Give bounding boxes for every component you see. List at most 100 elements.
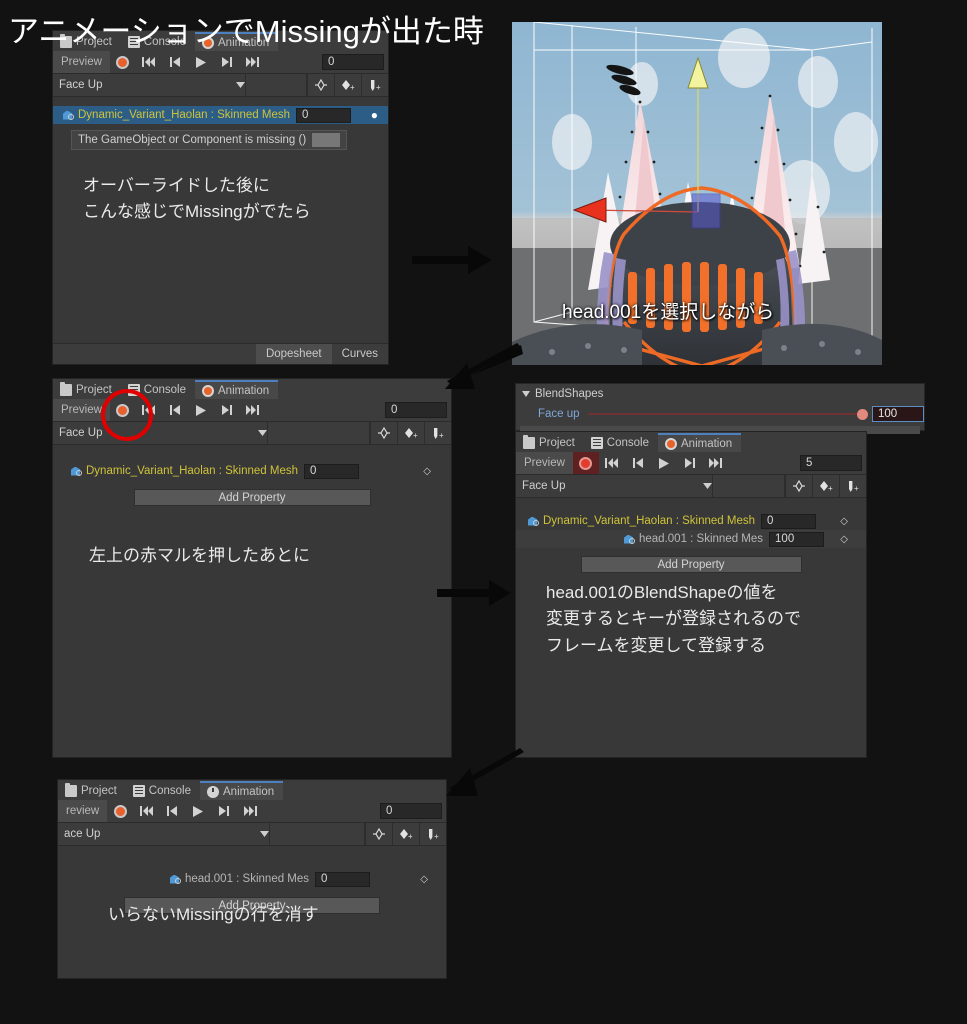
tab-project[interactable]: Project [58,781,126,800]
animation-panel-1[interactable]: Project Console Animation Preview 0 Face… [52,30,389,365]
keyframe-toggle-icon[interactable]: ◇ [423,466,431,477]
add-event-button[interactable]: + [361,74,388,96]
next-keyframe-button[interactable] [677,452,703,474]
next-keyframe-button[interactable] [214,399,240,421]
blendshapes-header[interactable]: BlendShapes [516,384,924,404]
play-button[interactable] [188,51,214,73]
clip-selector[interactable]: Face Up [53,74,245,96]
add-key-marker-button[interactable]: + [392,823,419,845]
frame-field[interactable]: 5 [800,455,862,471]
blendshape-value-field[interactable]: 100 [872,406,924,422]
skip-to-start-button[interactable] [136,51,162,73]
play-button[interactable] [188,399,214,421]
slider-knob[interactable] [857,408,868,420]
tab-console[interactable]: Console [584,433,658,452]
blendshape-slider[interactable] [587,404,868,424]
property-value[interactable]: 0 [315,871,371,887]
next-keyframe-button[interactable] [211,800,237,822]
skinned-mesh-icon [528,516,541,527]
add-event-button[interactable]: + [424,422,451,444]
skip-to-end-button[interactable] [240,399,266,421]
scene-viewport[interactable]: head.001を選択しながら [512,22,882,365]
clip-toolbar-gap [712,475,785,497]
record-button[interactable] [110,51,136,73]
blendshapes-label: BlendShapes [535,388,604,400]
tab-animation[interactable]: Animation [658,433,742,452]
record-button[interactable] [107,800,133,822]
table-row[interactable]: Dynamic_Variant_Haolan : Skinned Mesh 0 … [53,462,451,480]
property-value[interactable]: 0 [304,463,360,479]
tab-curves[interactable]: Curves [332,344,388,364]
add-key-marker-button[interactable]: + [812,475,839,497]
skip-to-start-button[interactable] [133,800,159,822]
table-row[interactable]: head.001 : Skinned Mes 0 ◇ [58,870,446,888]
property-value[interactable]: 100 [769,531,825,547]
add-property-button[interactable]: Add Property [133,489,371,506]
table-row[interactable]: head.001 : Skinned Mes 100 ◇ [516,530,866,548]
play-button[interactable] [651,452,677,474]
skip-to-start-button[interactable] [599,452,625,474]
record-icon [579,456,593,470]
play-button[interactable] [185,800,211,822]
tab-label: Animation [218,384,270,397]
inspector-blendshapes[interactable]: BlendShapes Face up 100 [515,383,925,434]
preview-button[interactable]: review [58,800,108,822]
property-value[interactable]: 0 [296,107,352,123]
record-button[interactable] [572,452,599,474]
skip-to-end-button[interactable] [703,452,729,474]
blendshape-row-face-up[interactable]: Face up 100 [516,404,924,424]
clip-name: ace Up [64,828,101,840]
prev-keyframe-button[interactable] [162,399,188,421]
next-keyframe-button[interactable] [214,51,240,73]
caption-step4: いらないMissingの行を消す [108,905,319,924]
add-key-marker-button[interactable]: + [334,74,361,96]
property-value[interactable]: 0 [761,513,817,529]
tab-dopesheet[interactable]: Dopesheet [255,344,332,364]
keyframe-toggle-icon[interactable]: ◇ [420,874,428,885]
add-property-button[interactable]: Add Property [580,556,802,573]
blendshape-name: Face up [538,408,580,420]
missing-tooltip: The GameObject or Component is missing (… [71,130,348,150]
add-keyframe-button[interactable] [365,823,392,845]
animation-panel-4[interactable]: Project Console Animation review 0 ace U… [57,779,447,979]
prev-keyframe-button[interactable] [625,452,651,474]
svg-text:+: + [413,431,418,439]
keyframe-toggle-icon[interactable]: ◇ [840,516,848,527]
frame-field[interactable]: 0 [380,803,442,819]
prev-keyframe-button[interactable] [159,800,185,822]
table-row[interactable]: Dynamic_Variant_Haolan : Skinned Mesh 0 … [516,512,866,530]
add-key-marker-button[interactable]: + [397,422,424,444]
prev-keyframe-button[interactable] [162,51,188,73]
add-keyframe-button[interactable] [370,422,397,444]
add-keyframe-button[interactable] [307,74,334,96]
clip-selector[interactable]: ace Up [58,823,269,845]
missing-tooltip-text: The GameObject or Component is missing (… [78,134,307,146]
frame-field[interactable]: 0 [385,402,447,418]
tab-animation[interactable]: Animation [195,380,279,399]
add-event-button[interactable]: + [839,475,866,497]
slider-track [587,413,868,415]
tooltip-swatch [312,133,341,147]
preview-button[interactable]: Preview [516,452,573,474]
add-keyframe-button[interactable] [785,475,812,497]
keyframe-toggle-icon[interactable]: ● [371,108,378,122]
table-row[interactable]: Dynamic_Variant_Haolan : Skinned Mesh 0 … [53,106,388,124]
svg-text:+: + [350,83,355,91]
svg-text:+: + [376,83,381,91]
property-list: Dynamic_Variant_Haolan : Skinned Mesh 0 … [53,97,388,345]
animation-panel-3[interactable]: Project Console Animation Preview 5 Face… [515,431,867,758]
preview-button[interactable]: Preview [53,51,110,73]
tab-project[interactable]: Project [516,433,584,452]
property-name: Dynamic_Variant_Haolan : Skinned Mesh [543,515,756,527]
skip-to-end-button[interactable] [237,800,263,822]
clip-selector[interactable]: Face Up [516,475,712,497]
skip-to-end-button[interactable] [240,51,266,73]
triangle-down-icon[interactable] [522,388,530,400]
property-name: head.001 : Skinned Mes [185,873,310,885]
keyframe-toggle-icon[interactable]: ◇ [840,534,848,545]
tab-console[interactable]: Console [126,781,200,800]
clip-selector[interactable]: Face Up [53,422,267,444]
add-event-button[interactable]: + [419,823,446,845]
frame-field[interactable]: 0 [322,54,384,70]
tab-animation[interactable]: Animation [200,781,284,800]
